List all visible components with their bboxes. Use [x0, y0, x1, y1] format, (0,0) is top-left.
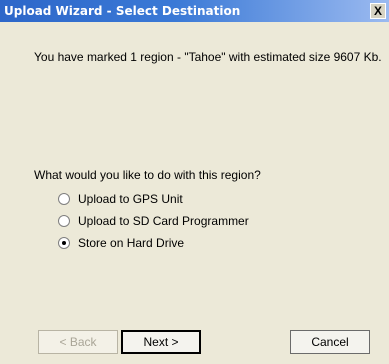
radio-upload-gps[interactable]	[58, 193, 70, 205]
window-title: Upload Wizard - Select Destination	[4, 4, 241, 18]
radio-store-hard-drive[interactable]	[58, 237, 70, 249]
option-store-hard-drive-label: Store on Hard Drive	[78, 236, 185, 250]
destination-question: What would you like to do with this regi…	[34, 168, 261, 182]
back-button[interactable]: < Back	[38, 330, 118, 354]
next-button[interactable]: Next >	[121, 330, 201, 354]
cancel-button[interactable]: Cancel	[290, 330, 370, 354]
close-button[interactable]: X	[370, 3, 386, 19]
option-upload-gps-label: Upload to GPS Unit	[78, 192, 183, 206]
title-bar: Upload Wizard - Select Destination X	[0, 0, 389, 22]
region-message: You have marked 1 region - "Tahoe" with …	[34, 50, 382, 64]
option-upload-sd-label: Upload to SD Card Programmer	[78, 214, 249, 228]
option-upload-gps[interactable]: Upload to GPS Unit	[58, 192, 183, 206]
close-icon: X	[373, 4, 382, 18]
option-upload-sd[interactable]: Upload to SD Card Programmer	[58, 214, 249, 228]
radio-upload-sd[interactable]	[58, 215, 70, 227]
option-store-hard-drive[interactable]: Store on Hard Drive	[58, 236, 184, 250]
